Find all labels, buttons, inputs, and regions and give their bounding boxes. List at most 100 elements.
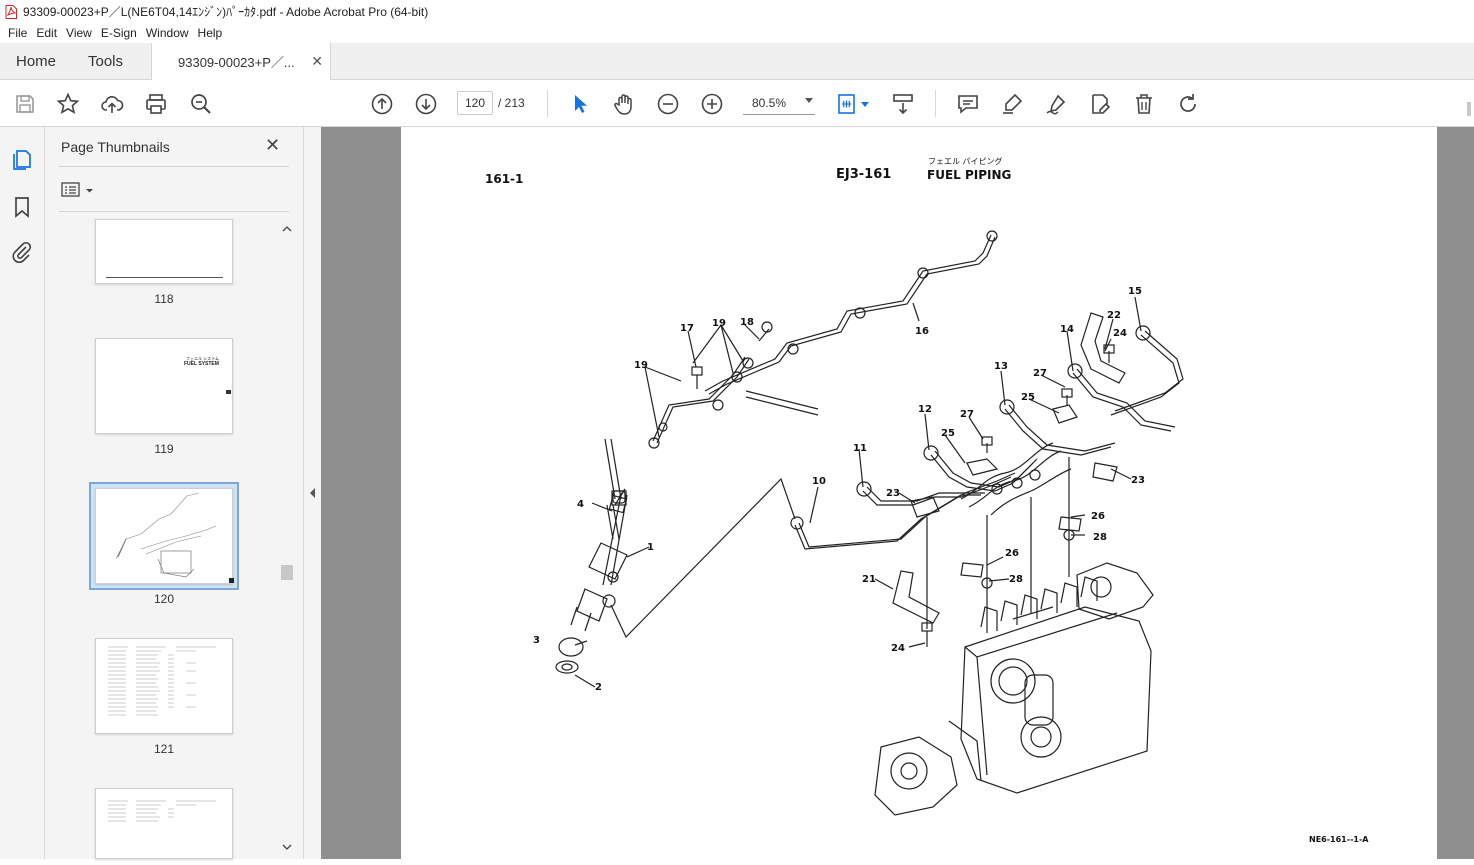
callout-26: 26 [1091,511,1105,522]
menu-help[interactable]: Help [198,26,223,40]
pdf-page[interactable]: 161-1 EJ3-161 フェエル パイピング FUEL PIPING NE6… [401,127,1437,859]
rotate-icon[interactable] [1175,91,1201,117]
callout-12: 12 [918,404,932,415]
fit-page-dropdown-icon[interactable] [861,102,869,107]
zoom-in-icon[interactable] [699,91,725,117]
menu-file[interactable]: File [8,26,27,40]
toolbar-divider [935,90,936,117]
tab-document[interactable]: 93309-00023+P／... ✕ [151,43,331,80]
callout-25: 25 [941,428,955,439]
zoom-search-icon[interactable] [188,91,214,117]
menu-esign[interactable]: E-Sign [101,26,137,40]
page-total: / 213 [498,96,525,110]
thumbnail-diagram-preview [115,492,234,583]
highlight-pen-icon[interactable] [999,91,1025,117]
page-thumbnails-icon[interactable] [10,148,34,172]
menu-bar: File Edit View E-Sign Window Help [0,23,1474,43]
callout-10: 10 [812,476,826,487]
scroll-mode-icon[interactable] [890,91,916,117]
close-tab-icon[interactable]: ✕ [311,53,323,70]
previous-page-icon[interactable] [369,91,395,117]
callout-15: 15 [1128,286,1142,297]
print-icon[interactable] [143,91,169,117]
toolbar-divider [547,90,548,117]
callout-23: 23 [886,488,900,499]
bookmark-star-icon[interactable] [55,91,81,117]
tab-bar: Home Tools 93309-00023+P／... ✕ [0,43,1474,80]
callout-14: 14 [1060,324,1074,335]
thumbnail-table-preview [108,800,216,822]
thumbnail-label: 120 [153,592,175,606]
callout-17: 17 [680,323,694,334]
toolbar [0,80,1474,127]
callout-13: 13 [994,361,1008,372]
callout-19: 19 [712,318,726,329]
callout-16: 16 [915,326,929,337]
bookmarks-icon[interactable] [10,195,34,219]
comment-icon[interactable] [955,91,981,117]
menu-edit[interactable]: Edit [36,26,57,40]
callout-18: 18 [740,317,754,328]
thumbnail-page-122[interactable] [95,788,233,859]
callout-1: 1 [647,542,654,553]
upload-cloud-icon[interactable] [99,91,125,117]
window-title: 93309-00023+P／L(NE6T04,14ｴﾝｼﾞﾝ)ﾊﾟｰｶﾀ.pdf… [23,5,429,19]
callout-3: 3 [533,635,540,646]
thumbnail-page-121[interactable] [95,638,233,734]
thumbnails-scrollbar[interactable] [280,219,294,859]
tab-home[interactable]: Home [16,43,56,80]
zoom-dropdown-icon [805,98,813,103]
thumbnail-rule [106,277,223,278]
menu-window[interactable]: Window [146,26,189,40]
callout-23: 23 [1131,475,1145,486]
page-number-input[interactable]: 120 [457,91,493,115]
callout-24: 24 [1113,328,1127,339]
callout-28: 28 [1093,532,1107,543]
attachments-paperclip-icon[interactable] [10,240,34,264]
thumbnail-page-119[interactable]: フェエル システム FUEL SYSTEM [95,338,233,434]
close-panel-icon[interactable]: ✕ [265,135,280,156]
edit-pdf-icon[interactable] [1087,91,1113,117]
thumbnail-options-button[interactable] [61,181,95,199]
next-page-icon[interactable] [413,91,439,117]
panel-divider [59,211,289,212]
thumbnail-table-preview [108,646,216,716]
callout-19: 19 [634,360,648,371]
select-cursor-icon[interactable] [567,91,593,117]
hand-tool-icon[interactable] [611,91,637,117]
fit-page-icon[interactable] [834,91,860,117]
callout-11: 11 [853,443,867,454]
callout-24: 24 [891,643,905,654]
save-icon[interactable] [12,91,38,117]
thumbnail-label: 119 [154,442,174,456]
tab-tools[interactable]: Tools [88,43,123,80]
callout-2: 2 [595,682,602,693]
pdf-icon [5,4,17,19]
callout-25: 25 [1021,392,1035,403]
more-tools-icon[interactable] [1465,100,1474,118]
tab-document-label: 93309-00023+P／... [178,55,295,70]
menu-view[interactable]: View [66,26,92,40]
thumbnail-label: 118 [154,292,174,306]
callout-4: 4 [577,499,584,510]
thumbnail-page-118[interactable] [95,219,233,284]
zoom-value: 80.5% [752,95,787,110]
callout-26: 26 [1005,548,1019,559]
thumbnail-mark [226,390,231,394]
panel-collapse-strip[interactable] [304,127,321,859]
delete-trash-icon[interactable] [1131,91,1157,117]
sign-pen-icon[interactable] [1043,91,1069,117]
fuel-piping-diagram: 1 2 3 4 10 11 12 13 14 15 16 17 18 19 19… [533,230,1184,816]
zoom-out-icon[interactable] [655,91,681,117]
thumbnail-label: 121 [153,742,175,756]
callout-21: 21 [862,574,876,585]
callout-27: 27 [960,409,974,420]
callout-27: 27 [1033,368,1047,379]
panel-divider [59,166,289,167]
zoom-select[interactable]: 80.5% [743,91,815,115]
title-bar: 93309-00023+P／L(NE6T04,14ｴﾝｼﾞﾝ)ﾊﾟｰｶﾀ.pdf… [0,0,1474,23]
thumbnail-page-120[interactable] [95,488,234,584]
panel-title: Page Thumbnails [61,139,170,155]
collapse-panel-icon[interactable] [304,127,321,859]
navigation-rail [0,127,45,859]
